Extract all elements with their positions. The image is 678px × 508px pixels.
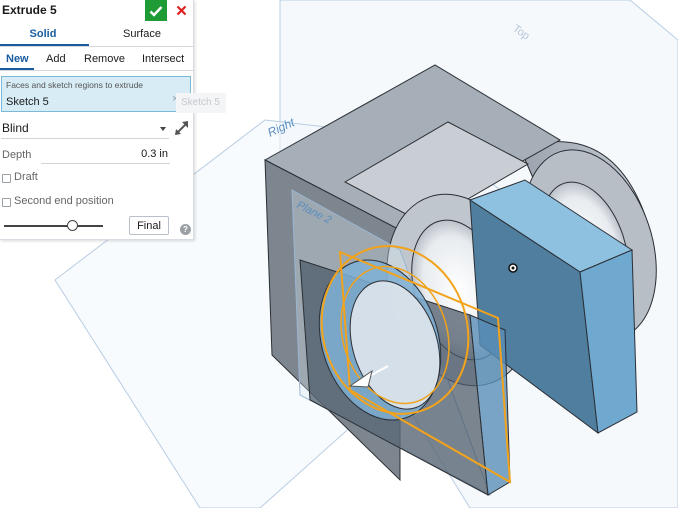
- tab-surface[interactable]: Surface: [98, 28, 186, 40]
- flip-direction-icon[interactable]: [173, 119, 191, 137]
- tab-solid[interactable]: Solid: [0, 28, 86, 40]
- depth-label: Depth: [2, 149, 32, 161]
- selection-hint: Faces and sketch regions to extrude: [6, 80, 144, 90]
- cancel-button[interactable]: [171, 0, 191, 21]
- final-button[interactable]: Final: [129, 216, 169, 235]
- help-icon[interactable]: ?: [180, 224, 191, 235]
- draft-checkbox[interactable]: [2, 174, 11, 183]
- depth-input[interactable]: 0.3 in: [41, 146, 170, 164]
- tab-solid-underline: [0, 44, 89, 46]
- chevron-down-icon: [160, 127, 166, 131]
- tab-new[interactable]: New: [6, 53, 29, 65]
- end-type-value: Blind: [2, 121, 29, 135]
- tab-add[interactable]: Add: [46, 53, 66, 65]
- preview-slider-thumb[interactable]: [67, 220, 78, 231]
- selection-drag-ghost: Sketch 5: [176, 93, 226, 113]
- selection-item: Sketch 5: [6, 96, 49, 108]
- end-type-dropdown[interactable]: Blind: [1, 118, 169, 139]
- tab-remove[interactable]: Remove: [84, 53, 125, 65]
- depth-value: 0.3 in: [141, 148, 168, 160]
- ok-button[interactable]: [145, 0, 167, 21]
- dialog-header: Extrude 5: [0, 0, 193, 22]
- dialog-title: Extrude 5: [2, 3, 57, 17]
- close-icon: [176, 5, 186, 16]
- preview-slider-track[interactable]: [4, 225, 103, 227]
- draft-label: Draft: [14, 171, 38, 183]
- tab-intersect[interactable]: Intersect: [142, 53, 184, 65]
- faces-selection-field[interactable]: Faces and sketch regions to extrude Sket…: [1, 76, 191, 112]
- second-end-label: Second end position: [14, 195, 114, 207]
- check-icon: [149, 5, 163, 17]
- tab-new-underline: [0, 68, 34, 70]
- extrude-dialog: Extrude 5 Solid Surface New Add Remove I…: [0, 0, 194, 240]
- creation-type-tabs: Solid Surface: [0, 26, 193, 47]
- second-end-checkbox[interactable]: [2, 198, 11, 207]
- operation-tabs: New Add Remove Intersect: [0, 50, 193, 71]
